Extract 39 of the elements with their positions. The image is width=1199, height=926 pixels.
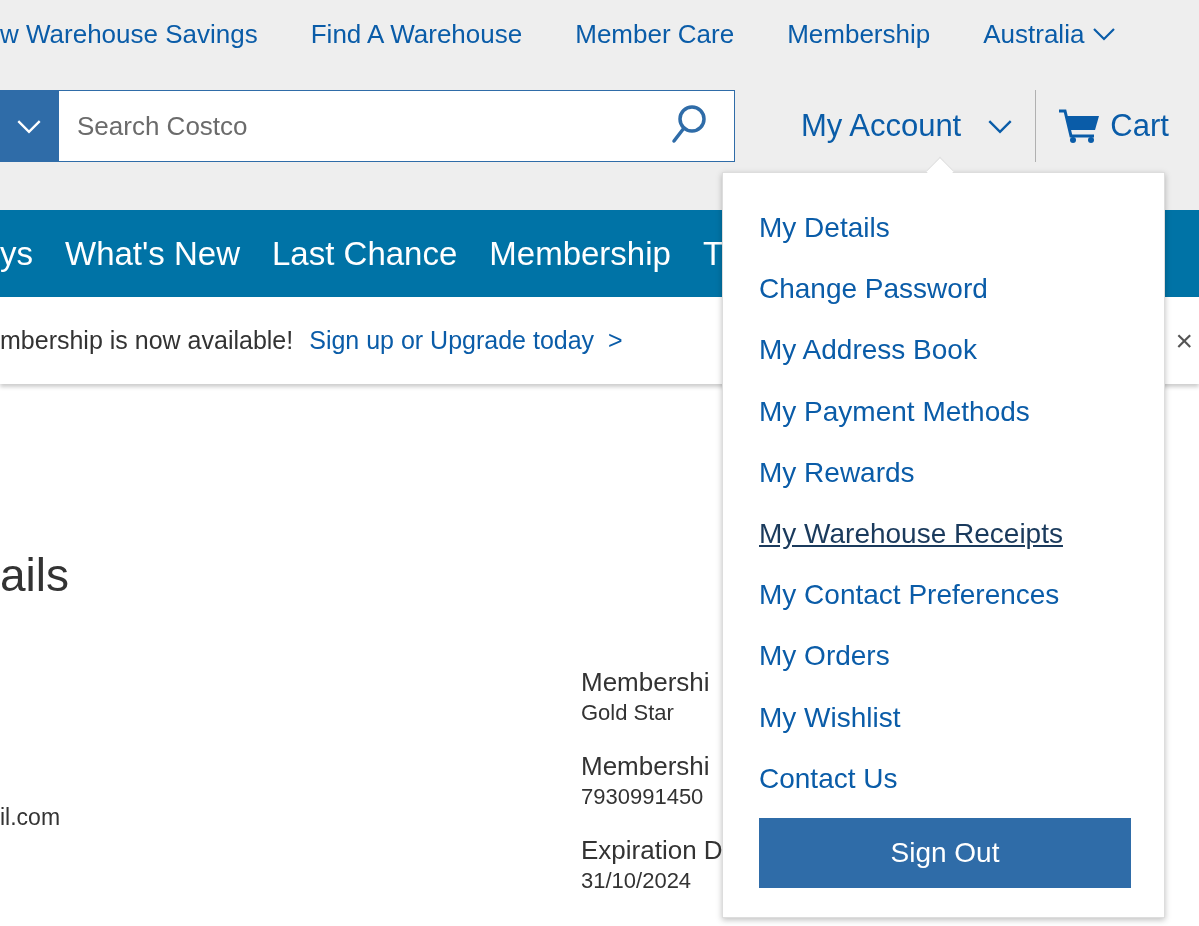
cart-icon	[1058, 108, 1101, 144]
top-link[interactable]: Member Care	[575, 14, 735, 54]
menu-item[interactable]: My Details	[759, 207, 1164, 269]
top-link[interactable]: Membership	[787, 14, 931, 54]
search-icon[interactable]	[671, 104, 707, 144]
nav-link[interactable]: ys	[0, 228, 33, 279]
field-label: Membershi	[581, 666, 711, 698]
top-link[interactable]: Australia	[983, 14, 1117, 54]
nav-link[interactable]: Membership	[489, 228, 671, 279]
chevron-down-icon	[1092, 27, 1117, 41]
cart-link[interactable]: Cart	[1058, 102, 1169, 150]
field-value: 7930991450	[581, 783, 705, 811]
banner-text: mbership is now available!	[0, 324, 294, 356]
menu-item[interactable]: My Address Book	[759, 329, 1164, 391]
nav-link[interactable]: What's New	[65, 228, 240, 279]
field-value: Gold Star	[581, 699, 675, 727]
menu-item[interactable]: My Wishlist	[759, 696, 1164, 758]
menu-item[interactable]: My Contact Preferences	[759, 574, 1164, 636]
menu-item[interactable]: My Orders	[759, 635, 1164, 697]
menu-item[interactable]: My Rewards	[759, 451, 1164, 513]
menu-item[interactable]: My Warehouse Receipts	[759, 512, 1164, 575]
search-field[interactable]: Search Costco	[58, 90, 735, 162]
menu-item[interactable]: My Payment Methods	[759, 390, 1164, 452]
field-label: Expiration D	[581, 834, 723, 866]
page-heading: ails	[0, 552, 71, 598]
email-text: il.com	[0, 803, 62, 832]
field-value: 31/10/2024	[581, 867, 693, 895]
nav-link[interactable]: T	[702, 228, 724, 279]
menu-item[interactable]: Change Password	[759, 268, 1164, 330]
top-link[interactable]: w Warehouse Savings	[0, 14, 258, 54]
top-link[interactable]: Find A Warehouse	[310, 14, 523, 54]
menu-item[interactable]: Contact Us	[759, 757, 1164, 819]
nav-link[interactable]: Last Chance	[272, 228, 458, 279]
chevron-down-icon	[16, 118, 42, 134]
field-label: Membershi	[581, 750, 711, 782]
sign-out-button[interactable]: Sign Out	[759, 817, 1131, 888]
close-button[interactable]: ×	[1175, 325, 1193, 356]
my-account-button[interactable]: My Account	[801, 102, 1014, 150]
upgrade-link[interactable]: Sign up or Upgrade today >	[309, 321, 623, 360]
